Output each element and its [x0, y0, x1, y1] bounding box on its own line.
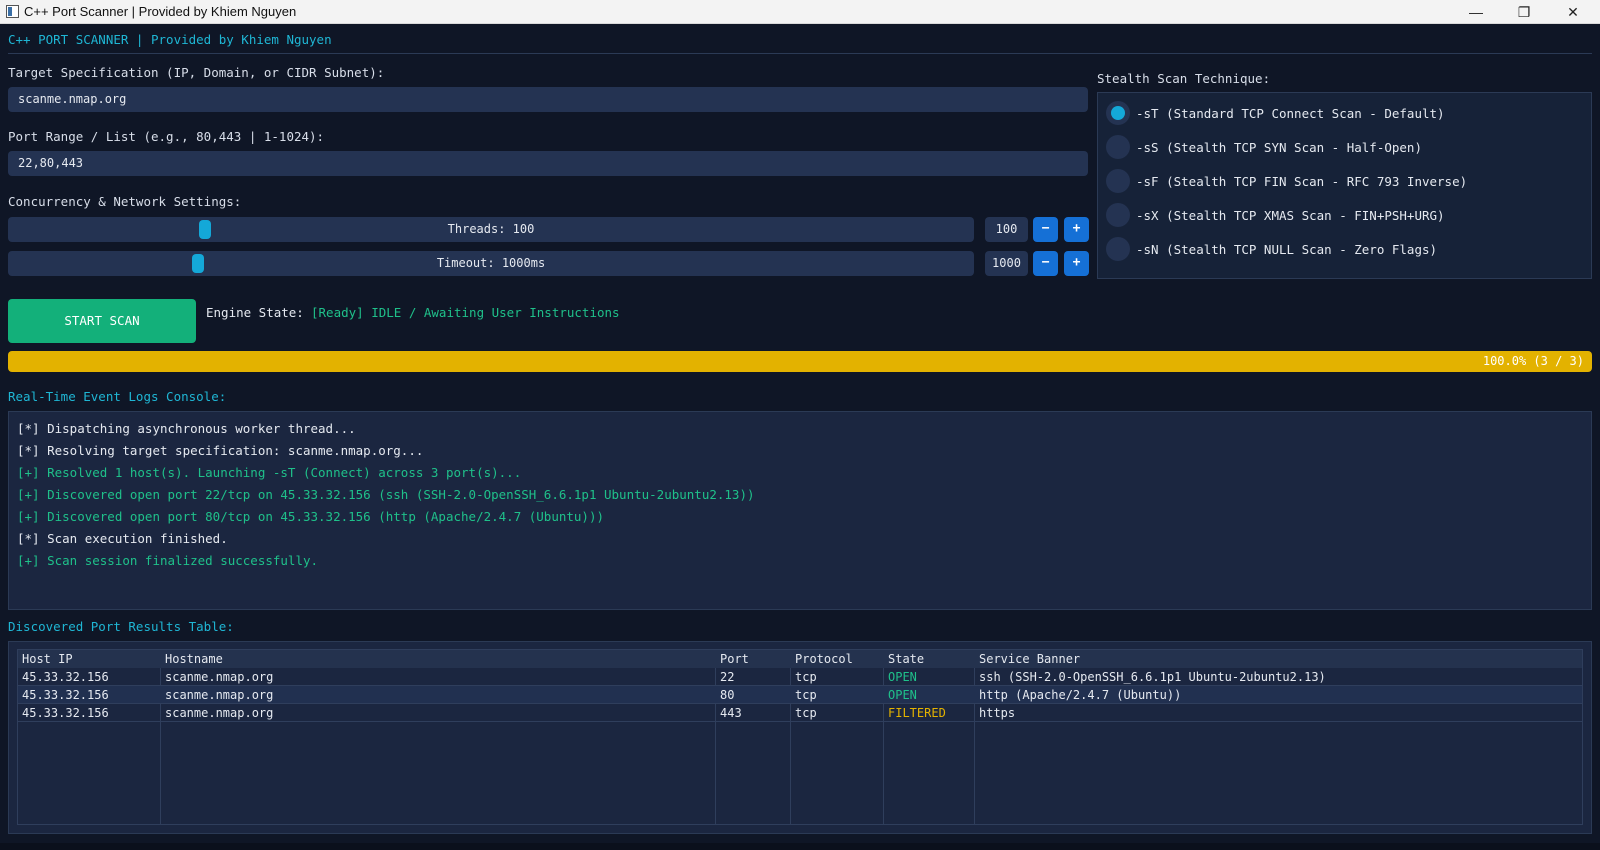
table-row[interactable]: 45.33.32.156 scanme.nmap.org 80 tcp OPEN http…	[18, 686, 1582, 704]
stealth-option-label: -sN (Stealth TCP NULL Scan - Zero Flags)	[1136, 241, 1438, 257]
threads-slider-handle[interactable]	[199, 220, 211, 239]
table-cell: 45.33.32.156	[22, 688, 109, 702]
table-cell: scanme.nmap.org	[165, 688, 274, 702]
logs-title: Real-Time Event Logs Console:	[8, 389, 227, 404]
timeout-slider-text: Timeout: 1000ms	[436, 256, 546, 270]
timeout-increment-button[interactable]: +	[1064, 251, 1089, 276]
timeout-slider[interactable]: Timeout: 1000ms	[8, 251, 974, 276]
table-cell: 443	[720, 706, 742, 720]
app-header: C++ PORT SCANNER | Provided by Khiem Ngu…	[8, 32, 332, 47]
table-row[interactable]: 45.33.32.156 scanme.nmap.org 443 tcp FILTERE…	[18, 704, 1582, 722]
stealth-option[interactable]: -sT (Standard TCP Connect Scan - Default…	[1106, 101, 1445, 125]
stealth-option-label: -sT (Standard TCP Connect Scan - Default…	[1136, 105, 1445, 121]
column-header[interactable]: Hostname	[165, 650, 223, 668]
stealth-option-label: -sS (Stealth TCP SYN Scan - Half-Open)	[1136, 139, 1422, 155]
radio-button[interactable]	[1106, 169, 1130, 193]
table-header: Host IP Hostname Port Protocol State Service …	[18, 650, 1582, 668]
settings-label: Concurrency & Network Settings:	[8, 194, 242, 209]
table-cell: FILTERED	[888, 706, 946, 720]
maximize-button[interactable]: ❐	[1500, 0, 1548, 24]
table-cell: 45.33.32.156	[22, 670, 109, 684]
stealth-option-label: -sX (Stealth TCP XMAS Scan - FIN+PSH+URG…	[1136, 207, 1445, 223]
stealth-technique-panel: -sT (Standard TCP Connect Scan - Default…	[1097, 92, 1592, 279]
start-scan-button[interactable]: START SCAN	[8, 299, 196, 343]
window-title: C++ Port Scanner | Provided by Khiem Ngu…	[24, 4, 297, 19]
threads-decrement-button[interactable]: −	[1033, 217, 1058, 242]
radio-button[interactable]	[1106, 101, 1130, 125]
table-cell: tcp	[795, 670, 817, 684]
log-line: [*] Resolving target specification: scan…	[17, 443, 424, 458]
results-table[interactable]: Host IP Hostname Port Protocol State Service …	[17, 649, 1583, 825]
event-log-console[interactable]: [*] Dispatching asynchronous worker thre…	[8, 411, 1592, 610]
stealth-option[interactable]: -sN (Stealth TCP NULL Scan - Zero Flags)	[1106, 237, 1437, 261]
results-panel: Host IP Hostname Port Protocol State Service …	[8, 641, 1592, 834]
table-cell: ssh (SSH-2.0-OpenSSH_6.6.1p1 Ubuntu-2ubu…	[979, 670, 1326, 684]
table-cell: scanme.nmap.org	[165, 670, 274, 684]
timeout-slider-handle[interactable]	[192, 254, 204, 273]
timeout-value-input[interactable]: 1000	[985, 251, 1028, 276]
column-header[interactable]: Host IP	[22, 650, 73, 668]
table-cell: http (Apache/2.4.7 (Ubuntu))	[979, 688, 1182, 702]
column-header[interactable]: State	[888, 650, 924, 668]
results-title: Discovered Port Results Table:	[8, 619, 234, 634]
table-cell: OPEN	[888, 670, 917, 684]
target-input[interactable]: scanme.nmap.org	[8, 87, 1088, 112]
minimize-button[interactable]: —	[1452, 0, 1500, 24]
title-bar: C++ Port Scanner | Provided by Khiem Ngu…	[0, 0, 1600, 24]
stealth-label: Stealth Scan Technique:	[1097, 71, 1271, 86]
target-label: Target Specification (IP, Domain, or CID…	[8, 65, 385, 80]
threads-increment-button[interactable]: +	[1064, 217, 1089, 242]
table-cell: tcp	[795, 706, 817, 720]
radio-button[interactable]	[1106, 203, 1130, 227]
log-line: [*] Scan execution finished.	[17, 531, 228, 546]
port-range-label: Port Range / List (e.g., 80,443 | 1-1024…	[8, 129, 325, 144]
radio-button[interactable]	[1106, 237, 1130, 261]
stealth-option-label: -sF (Stealth TCP FIN Scan - RFC 793 Inve…	[1136, 173, 1468, 189]
stealth-option[interactable]: -sF (Stealth TCP FIN Scan - RFC 793 Inve…	[1106, 169, 1467, 193]
engine-state-value: [Ready] IDLE / Awaiting User Instruction…	[311, 305, 620, 320]
app-icon	[6, 5, 19, 18]
table-cell: OPEN	[888, 688, 917, 702]
progress-text: 100.0% (3 / 3)	[1482, 354, 1584, 368]
close-button[interactable]: ✕	[1549, 0, 1597, 24]
table-row[interactable]: 45.33.32.156 scanme.nmap.org 22 tcp OPEN ssh …	[18, 668, 1582, 686]
threads-slider-text: Threads: 100	[447, 222, 535, 236]
port-range-input[interactable]: 22,80,443	[8, 151, 1088, 176]
table-cell: tcp	[795, 688, 817, 702]
scan-progress-bar: 100.0% (3 / 3)	[8, 351, 1592, 372]
log-line: [+] Discovered open port 80/tcp on 45.33…	[17, 509, 604, 524]
header-divider	[8, 53, 1592, 54]
log-line: [+] Discovered open port 22/tcp on 45.33…	[17, 487, 755, 502]
threads-value-input[interactable]: 100	[985, 217, 1028, 242]
table-cell: 22	[720, 670, 735, 684]
log-line: [*] Dispatching asynchronous worker thre…	[17, 421, 356, 436]
column-header[interactable]: Service Banner	[979, 650, 1080, 668]
radio-button[interactable]	[1106, 135, 1130, 159]
stealth-option[interactable]: -sX (Stealth TCP XMAS Scan - FIN+PSH+URG…	[1106, 203, 1445, 227]
stealth-option[interactable]: -sS (Stealth TCP SYN Scan - Half-Open)	[1106, 135, 1422, 159]
threads-slider[interactable]: Threads: 100	[8, 217, 974, 242]
table-cell: 80	[720, 688, 735, 702]
table-cell: 45.33.32.156	[22, 706, 109, 720]
engine-state-label: Engine State:	[206, 305, 304, 320]
table-cell: https	[979, 706, 1016, 720]
column-header[interactable]: Protocol	[795, 650, 853, 668]
column-header[interactable]: Port	[720, 650, 749, 668]
window-bottom-edge	[0, 843, 1600, 850]
table-cell: scanme.nmap.org	[165, 706, 274, 720]
log-line: [+] Resolved 1 host(s). Launching -sT (C…	[17, 465, 522, 480]
timeout-decrement-button[interactable]: −	[1033, 251, 1058, 276]
log-line: [+] Scan session finalized successfully.	[17, 553, 319, 568]
